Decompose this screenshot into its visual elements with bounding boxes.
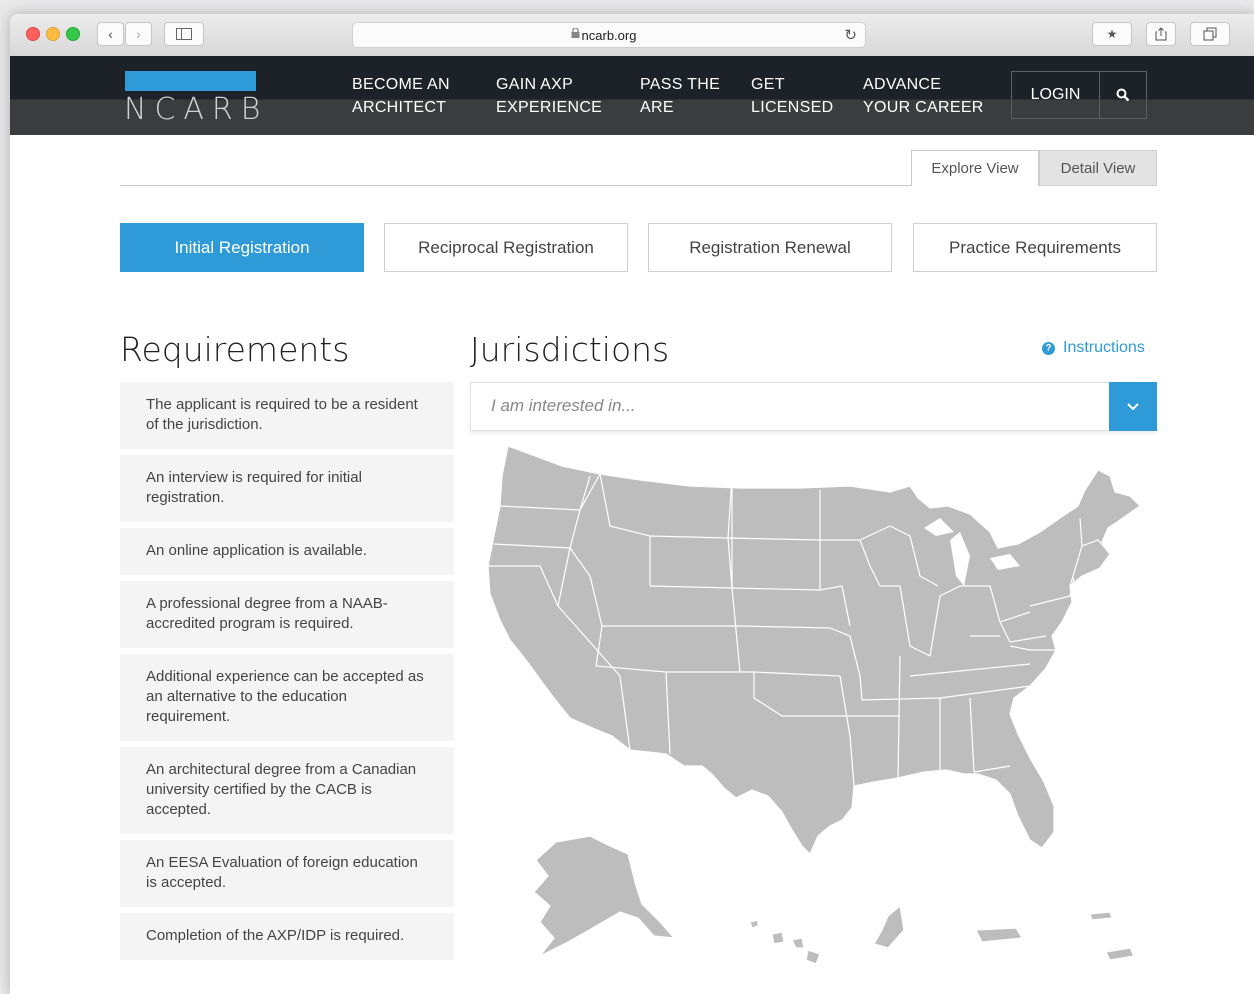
map-territory[interactable] xyxy=(1089,911,1113,921)
nav-become-an-architect[interactable]: BECOME AN ARCHITECT xyxy=(352,73,450,119)
us-map-states[interactable] xyxy=(487,445,1141,965)
divider xyxy=(120,185,912,186)
minimize-window-button[interactable] xyxy=(46,27,60,41)
logo-bar xyxy=(125,71,256,91)
tab-detail-view[interactable]: Detail View xyxy=(1039,150,1157,186)
nav-label-line1: BECOME AN xyxy=(352,76,450,93)
tabs-icon xyxy=(1203,27,1217,41)
requirements-heading: Requirements xyxy=(120,330,350,369)
nav-label-line2: ARCHITECT xyxy=(352,99,447,116)
browser-toolbar: ‹ › ncarb.org ↻ ★ xyxy=(10,14,1254,57)
nav-label-line2: EXPERIENCE xyxy=(496,99,603,116)
back-button[interactable]: ‹ xyxy=(97,22,124,46)
requirement-item[interactable]: An EESA Evaluation of foreign education … xyxy=(120,840,454,907)
search-icon xyxy=(1116,88,1130,102)
tab-registration-renewal[interactable]: Registration Renewal xyxy=(648,223,892,272)
requirement-item[interactable]: An architectural degree from a Canadian … xyxy=(120,747,454,834)
bookmarks-button[interactable]: ★ xyxy=(1092,22,1132,46)
nav-label-line1: GAIN AXP xyxy=(496,76,574,93)
zoom-window-button[interactable] xyxy=(66,27,80,41)
tab-practice-requirements[interactable]: Practice Requirements xyxy=(913,223,1157,272)
address-bar[interactable]: ncarb.org ↻ xyxy=(352,22,866,48)
requirement-item[interactable]: Additional experience can be accepted as… xyxy=(120,654,454,741)
nav-gain-axp-experience[interactable]: GAIN AXP EXPERIENCE xyxy=(496,73,602,119)
tab-explore-view[interactable]: Explore View xyxy=(911,150,1039,186)
search-button[interactable] xyxy=(1100,72,1146,118)
tabs-overview-button[interactable] xyxy=(1190,22,1230,46)
sidebar-toggle-button[interactable] xyxy=(164,22,204,46)
nav-label-line2: ARE xyxy=(640,99,674,116)
nav-label-line1: ADVANCE xyxy=(863,76,942,93)
tab-reciprocal-registration[interactable]: Reciprocal Registration xyxy=(384,223,628,272)
url-text: ncarb.org xyxy=(581,28,637,43)
share-button[interactable] xyxy=(1146,22,1176,46)
close-window-button[interactable] xyxy=(26,27,40,41)
star-icon: ★ xyxy=(1106,27,1118,41)
login-button[interactable]: LOGIN xyxy=(1012,72,1100,118)
chevron-left-icon: ‹ xyxy=(108,26,113,42)
logo[interactable]: NCARB xyxy=(124,92,268,127)
chevron-right-icon: › xyxy=(136,26,141,42)
requirement-item[interactable]: An online application is available. xyxy=(120,528,454,575)
nav-pass-the-are[interactable]: PASS THE ARE xyxy=(640,73,720,119)
jurisdiction-select[interactable]: I am interested in... xyxy=(470,382,1157,431)
nav-get-licensed[interactable]: GET LICENSED xyxy=(751,73,833,119)
sidebar-icon xyxy=(176,28,192,40)
question-icon: ? xyxy=(1042,341,1055,355)
nav-label-line2: YOUR CAREER xyxy=(863,99,984,116)
map-alaska[interactable] xyxy=(533,835,676,957)
tab-initial-registration[interactable]: Initial Registration xyxy=(120,223,364,272)
share-icon xyxy=(1155,27,1167,41)
map-hawaii[interactable] xyxy=(749,919,821,965)
nav-label-line1: PASS THE xyxy=(640,76,721,93)
nav-advance-your-career[interactable]: ADVANCE YOUR CAREER xyxy=(863,73,984,119)
map-puerto-rico[interactable] xyxy=(975,927,1024,943)
dropdown-toggle[interactable] xyxy=(1109,382,1157,431)
us-map[interactable] xyxy=(470,436,1170,981)
requirements-list: The applicant is required to be a reside… xyxy=(120,382,454,966)
map-territory[interactable] xyxy=(873,904,905,949)
reload-icon[interactable]: ↻ xyxy=(844,26,857,44)
instructions-link[interactable]: ? Instructions xyxy=(1042,339,1145,357)
site-header: NCARB BECOME AN ARCHITECT GAIN AXP EXPER… xyxy=(10,56,1254,135)
requirement-item[interactable]: Completion of the AXP/IDP is required. xyxy=(120,913,454,960)
requirement-item[interactable]: The applicant is required to be a reside… xyxy=(120,382,454,449)
instructions-label: Instructions xyxy=(1063,339,1145,356)
jurisdictions-heading: Jurisdictions xyxy=(470,330,670,369)
chevron-down-icon xyxy=(1127,403,1139,411)
requirement-item[interactable]: A professional degree from a NAAB-accred… xyxy=(120,581,454,648)
nav-label-line2: LICENSED xyxy=(751,99,834,116)
browser-window: ‹ › ncarb.org ↻ ★ NCARB BECOME AN ARCHIT… xyxy=(10,14,1254,994)
jurisdiction-select-placeholder: I am interested in... xyxy=(491,396,636,415)
forward-button[interactable]: › xyxy=(125,22,152,46)
requirement-item[interactable]: An interview is required for initial reg… xyxy=(120,455,454,522)
login-search-group: LOGIN xyxy=(1011,71,1147,119)
map-territory[interactable] xyxy=(1105,947,1135,961)
nav-label-line1: GET xyxy=(751,76,785,93)
